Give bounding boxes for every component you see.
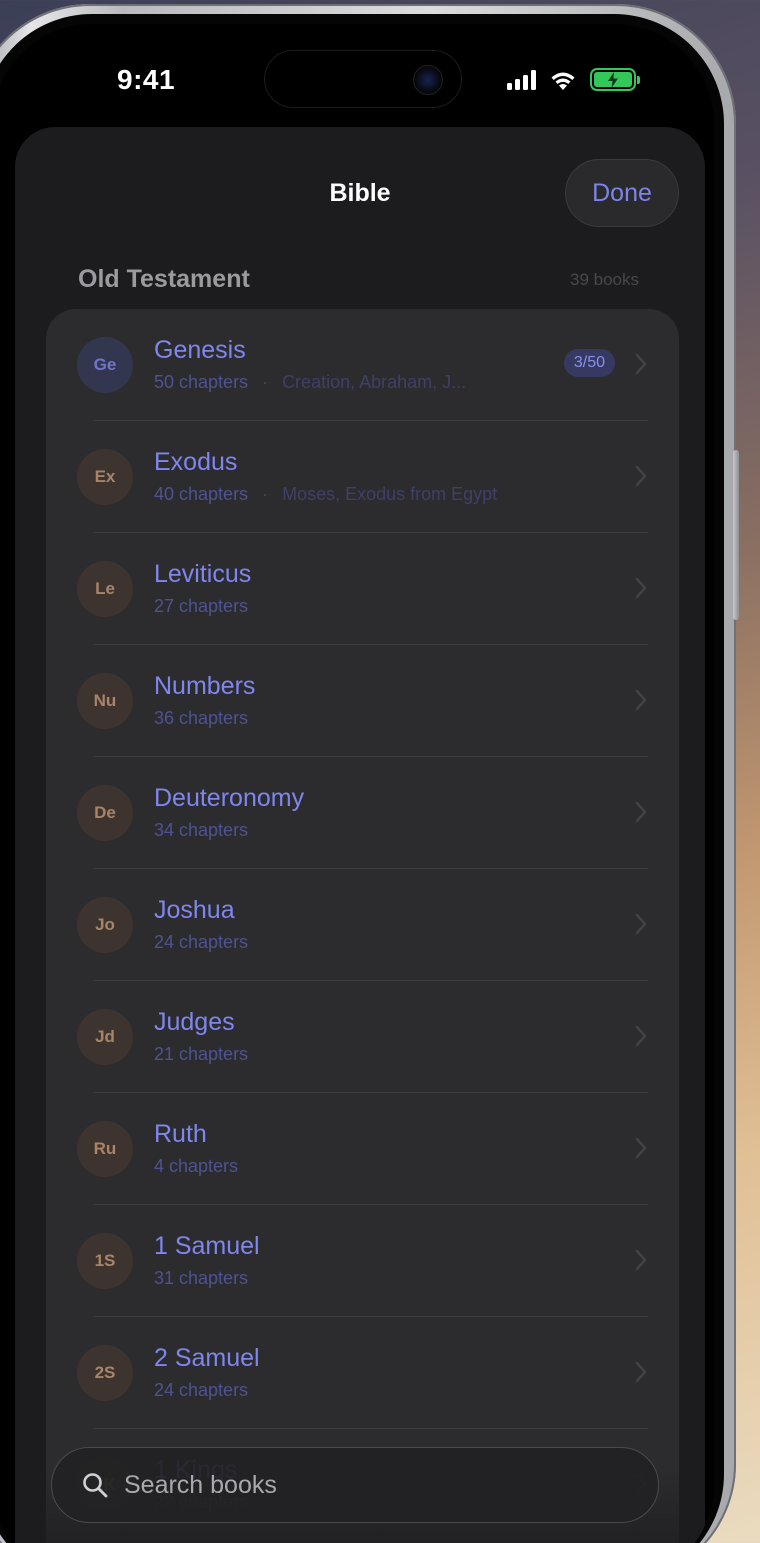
book-meta: 34 chapters: [154, 820, 248, 841]
charging-bolt-icon: [608, 71, 618, 88]
book-row[interactable]: De Deuteronomy 34 chapters: [46, 757, 679, 869]
search-icon: [83, 1473, 108, 1498]
book-meta: 24 chapters: [154, 1380, 248, 1401]
book-name: 2 Samuel: [154, 1344, 260, 1372]
book-row[interactable]: 1S 1 Samuel 31 chapters: [46, 1205, 679, 1317]
book-row[interactable]: Ex Exodus 40 chapters · Moses, Exodus from E…: [46, 421, 679, 533]
chevron-right-icon: [635, 801, 647, 823]
book-row[interactable]: Ru Ruth 4 chapters: [46, 1093, 679, 1205]
status-time: 9:41: [117, 64, 176, 95]
reading-progress-badge: 3/50: [563, 349, 615, 377]
chevron-right-icon: [635, 1249, 647, 1271]
chevron-right-icon: [635, 1025, 647, 1047]
chevron-right-icon: [635, 353, 647, 375]
meta-separator: ·: [262, 484, 269, 504]
book-name: Joshua: [154, 896, 235, 924]
book-chapter-count: 50 chapters: [154, 372, 249, 392]
book-name: Ruth: [154, 1120, 207, 1148]
book-row[interactable]: Le Leviticus 27 chapters: [46, 533, 679, 645]
wifi-icon: [551, 72, 575, 90]
book-description: Creation, Abraham, J...: [282, 372, 467, 392]
book-meta: 21 chapters: [154, 1044, 248, 1065]
book-name: Numbers: [154, 672, 256, 700]
book-chapter-count: 4 chapters: [154, 1156, 239, 1176]
book-meta: 36 chapters: [154, 708, 248, 729]
book-name: Deuteronomy: [154, 784, 305, 812]
chevron-right-icon: [635, 913, 647, 935]
book-name: Judges: [154, 1008, 235, 1036]
book-description: Moses, Exodus from Egypt: [282, 484, 498, 504]
book-meta: 50 chapters · Creation, Abraham, J...: [154, 372, 466, 393]
book-list: Ge Genesis 50 chapters · Creation, Abraham, …: [46, 309, 679, 1543]
book-row[interactable]: Ge Genesis 50 chapters · Creation, Abraham, …: [46, 309, 679, 421]
book-abbreviation-badge: Ge: [77, 337, 133, 393]
book-row[interactable]: Jo Joshua 24 chapters: [46, 869, 679, 981]
section-title: Old Testament: [78, 265, 250, 293]
book-name: Leviticus: [154, 560, 252, 588]
book-chapter-count: 24 chapters: [154, 932, 249, 952]
book-name: 1 Samuel: [154, 1232, 260, 1260]
chevron-right-icon: [635, 465, 647, 487]
book-row[interactable]: 2S 2 Samuel 24 chapters: [46, 1317, 679, 1429]
dynamic-island: [264, 50, 462, 108]
book-chapter-count: 31 chapters: [154, 1268, 249, 1288]
book-abbreviation-badge: 1S: [77, 1233, 133, 1289]
status-icons: [507, 68, 640, 91]
book-meta: 4 chapters: [154, 1156, 238, 1177]
phone-screen: 9:41 Bible Done Old Testament 39 books G…: [0, 24, 714, 1543]
book-abbreviation-badge: Ex: [77, 449, 133, 505]
search-input[interactable]: [124, 1470, 604, 1500]
cellular-signal-icon: [507, 69, 536, 90]
book-chapter-count: 36 chapters: [154, 708, 249, 728]
chevron-right-icon: [635, 1137, 647, 1159]
book-chapter-count: 40 chapters: [154, 484, 249, 504]
battery-icon: [590, 68, 640, 91]
book-abbreviation-badge: De: [77, 785, 133, 841]
camera-icon: [413, 65, 443, 95]
meta-separator: ·: [262, 372, 269, 392]
book-meta: 27 chapters: [154, 596, 248, 617]
chevron-right-icon: [635, 1361, 647, 1383]
chevron-right-icon: [635, 577, 647, 599]
book-chapter-count: 21 chapters: [154, 1044, 249, 1064]
book-meta: 40 chapters · Moses, Exodus from Egypt: [154, 484, 497, 505]
book-chapter-count: 34 chapters: [154, 820, 249, 840]
book-name: Exodus: [154, 448, 238, 476]
chevron-right-icon: [635, 689, 647, 711]
book-abbreviation-badge: Ru: [77, 1121, 133, 1177]
book-abbreviation-badge: Nu: [77, 673, 133, 729]
done-button[interactable]: Done: [565, 159, 679, 227]
bible-book-sheet: Bible Done Old Testament 39 books Ge Gene…: [15, 127, 705, 1543]
section-book-count: 39 books: [570, 270, 639, 289]
book-name: Genesis: [154, 336, 246, 364]
book-meta: 24 chapters: [154, 932, 248, 953]
phone-side-button: [733, 450, 739, 620]
book-abbreviation-badge: 2S: [77, 1345, 133, 1401]
book-chapter-count: 27 chapters: [154, 596, 249, 616]
book-abbreviation-badge: Jo: [77, 897, 133, 953]
book-abbreviation-badge: Jd: [77, 1009, 133, 1065]
book-chapter-count: 24 chapters: [154, 1380, 249, 1400]
book-row[interactable]: Jd Judges 21 chapters: [46, 981, 679, 1093]
book-abbreviation-badge: Le: [77, 561, 133, 617]
book-row[interactable]: Nu Numbers 36 chapters: [46, 645, 679, 757]
book-meta: 31 chapters: [154, 1268, 248, 1289]
search-bar[interactable]: [51, 1447, 659, 1523]
